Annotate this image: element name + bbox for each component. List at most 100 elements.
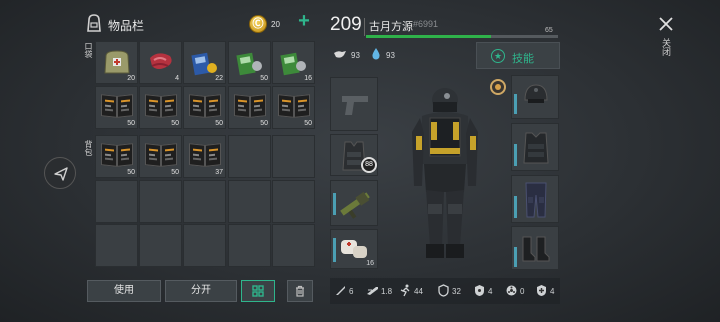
item-count: 4 — [175, 75, 179, 82]
inventory-slot[interactable]: 37 — [183, 135, 226, 178]
stat-value: 4 — [550, 287, 555, 296]
item-count: 50 — [171, 120, 179, 127]
pants-icon — [524, 181, 548, 224]
slot-indicator — [514, 144, 517, 166]
character-badge-icon — [490, 79, 506, 95]
empty-slot[interactable] — [272, 135, 315, 178]
empty-slot[interactable] — [139, 180, 182, 223]
stat-value: 1.8 — [381, 287, 393, 296]
stat-shield: 32 — [437, 284, 461, 299]
inventory-title: 物品栏 — [108, 19, 145, 33]
slot-indicator — [333, 238, 336, 262]
empty-slot[interactable] — [95, 224, 138, 267]
player-level: 209 — [330, 14, 362, 35]
close-button[interactable]: 关闭 — [654, 12, 678, 64]
green-book-icon — [279, 48, 309, 76]
split-button[interactable]: 分开 — [165, 280, 237, 302]
character-model — [400, 86, 490, 264]
inventory-slot[interactable]: 50 — [139, 86, 182, 129]
raw-meat-icon — [146, 48, 176, 76]
vest-badge: 88 — [361, 157, 377, 173]
item-count: 50 — [215, 120, 223, 127]
weapon-slot[interactable] — [330, 77, 378, 131]
item-count: 20 — [127, 75, 135, 82]
bandage-count: 16 — [366, 260, 374, 267]
inventory-slot[interactable]: 22 — [183, 41, 226, 84]
empty-slot[interactable] — [228, 135, 271, 178]
shield-icon — [437, 284, 450, 299]
empty-slot[interactable] — [228, 180, 271, 223]
star-icon: ★ — [491, 49, 505, 63]
inventory-slot[interactable]: 20 — [95, 41, 138, 84]
inventory-slot[interactable]: 50 — [228, 86, 271, 129]
inventory-slot[interactable]: 50 — [95, 135, 138, 178]
helmet-slot[interactable] — [511, 75, 559, 119]
stat-value: 4 — [488, 287, 493, 296]
player-tag: #6991 — [413, 19, 439, 29]
skills-button[interactable]: ★ 技能 — [476, 42, 560, 69]
trash-button[interactable] — [287, 280, 313, 302]
stat-value: 32 — [452, 287, 461, 296]
stat-armor-plus: 4 — [535, 284, 554, 299]
gun-icon — [366, 284, 379, 299]
pistol-icon — [340, 93, 370, 122]
vest-slot[interactable]: 88 — [330, 134, 378, 176]
empty-slot[interactable] — [228, 224, 271, 267]
bandage-slot[interactable]: 16 — [330, 229, 378, 269]
empty-slot[interactable] — [272, 224, 315, 267]
water-drop-icon — [371, 47, 381, 65]
body-armor-slot[interactable] — [511, 123, 559, 171]
slot-indicator — [333, 193, 336, 215]
item-count: 16 — [304, 75, 312, 82]
level-divider — [364, 18, 365, 36]
slot-indicator — [514, 196, 517, 218]
item-count: 50 — [304, 120, 312, 127]
empty-slot[interactable] — [183, 224, 226, 267]
hunger-icon — [333, 48, 347, 66]
item-count: 37 — [215, 169, 223, 176]
pants-slot[interactable] — [511, 175, 559, 223]
rifle-slot[interactable] — [330, 180, 378, 226]
grid-icon — [252, 285, 264, 305]
sort-grid-button[interactable] — [241, 280, 275, 302]
hunger-value: 93 — [351, 51, 360, 60]
inventory-slot[interactable]: 50 — [228, 41, 271, 84]
bandage-icon — [339, 236, 369, 265]
inventory-slot[interactable]: 4 — [139, 41, 182, 84]
stat-value: 0 — [520, 287, 525, 296]
empty-slot[interactable] — [139, 224, 182, 267]
stat-gun: 1.8 — [366, 284, 392, 299]
inventory-slot[interactable]: 16 — [272, 41, 315, 84]
blue-book-icon — [190, 48, 220, 76]
send-arrow-icon — [53, 166, 69, 187]
boots-icon — [520, 235, 552, 268]
empty-slot[interactable] — [95, 180, 138, 223]
xp-value: 65 — [545, 27, 553, 34]
inventory-slot[interactable]: 50 — [139, 135, 182, 178]
medkit-bag-icon — [102, 48, 132, 76]
inventory-slot[interactable]: 50 — [95, 86, 138, 129]
empty-slot[interactable] — [272, 180, 315, 223]
green-book-icon — [235, 48, 265, 76]
item-count: 22 — [215, 75, 223, 82]
use-button[interactable]: 使用 — [87, 280, 161, 302]
inventory-slot[interactable]: 50 — [183, 86, 226, 129]
close-icon — [658, 16, 674, 37]
item-count: 50 — [171, 169, 179, 176]
empty-slot[interactable] — [183, 180, 226, 223]
stat-radiation-shield: 4 — [473, 284, 492, 299]
boots-slot[interactable] — [511, 226, 559, 270]
stat-run: 44 — [399, 284, 423, 299]
stat-melee: 6 — [334, 284, 353, 299]
coin-icon: Ⓒ — [249, 15, 267, 33]
xp-bar-track — [366, 35, 558, 38]
add-coins-button[interactable]: + — [295, 11, 313, 31]
inventory-slot[interactable]: 50 — [272, 86, 315, 129]
melee-icon — [334, 284, 347, 299]
side-action-button[interactable] — [44, 157, 76, 189]
trash-icon — [295, 285, 305, 305]
stat-biohazard: 0 — [505, 284, 524, 299]
item-count: 50 — [260, 120, 268, 127]
backpack-section-label: 背包 — [84, 140, 93, 156]
biohazard-icon — [505, 284, 518, 299]
